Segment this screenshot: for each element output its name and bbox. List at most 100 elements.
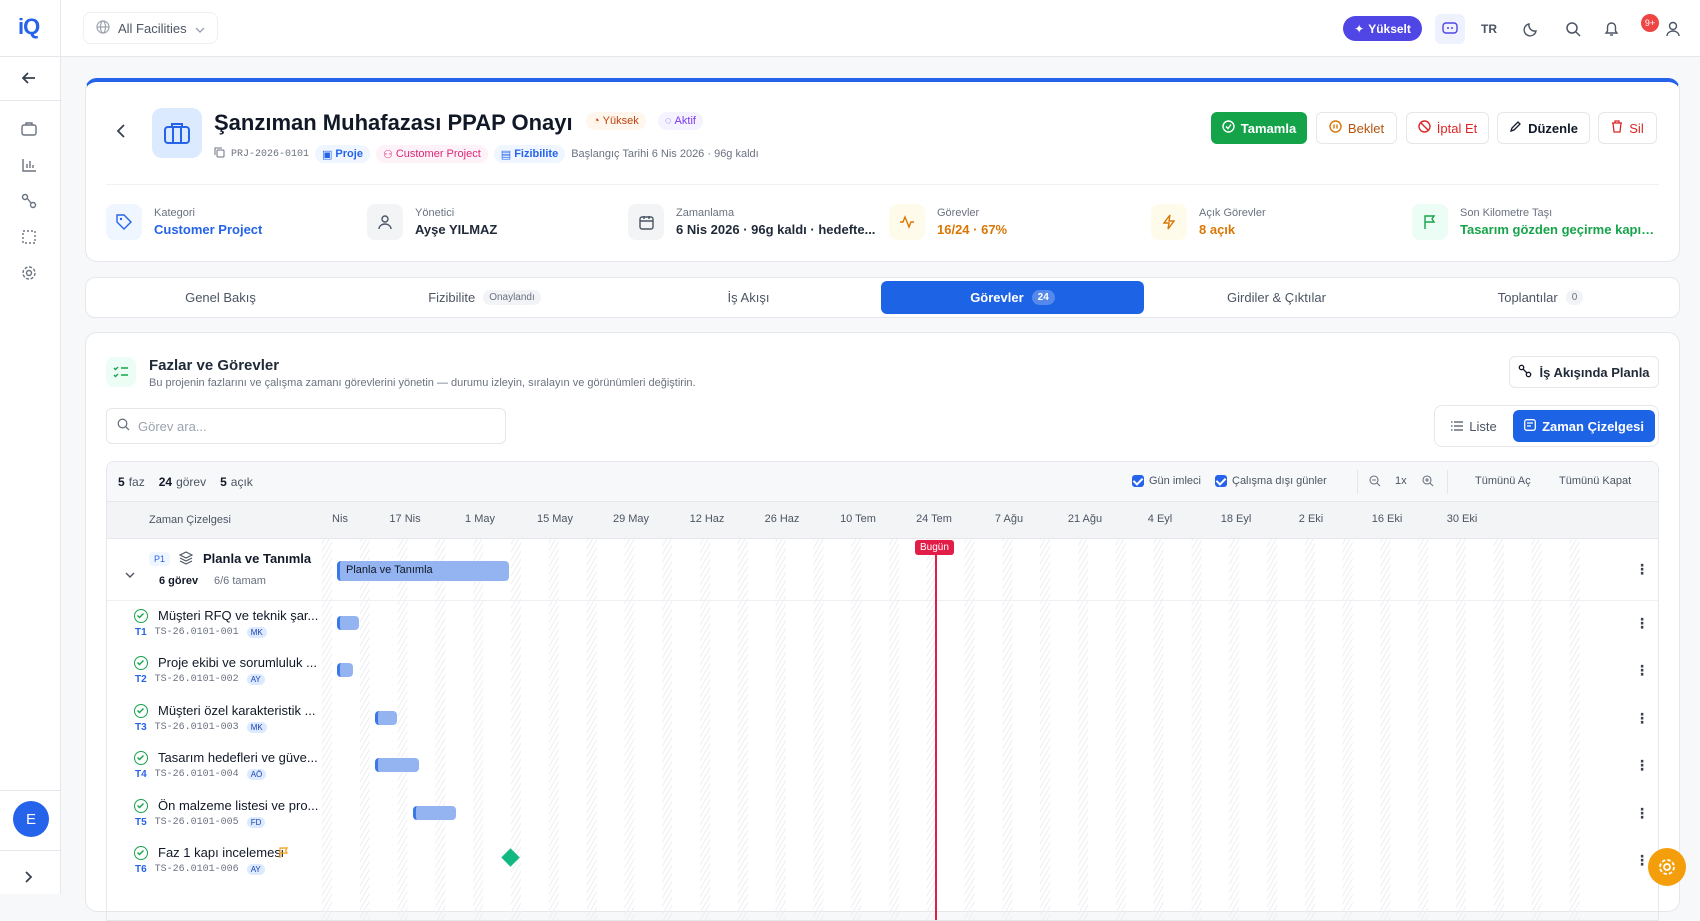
phases-tasks-card: Fazlar ve Görevler Bu projenin fazlarını… (85, 332, 1680, 921)
task-bar[interactable] (375, 758, 419, 772)
check-circle-icon[interactable] (134, 799, 148, 813)
select-area-icon[interactable] (18, 226, 40, 248)
open-count-label: açık (230, 475, 253, 489)
nonworking-days-toggle[interactable]: Çalışma dışı günler (1215, 475, 1327, 488)
task-bar[interactable] (337, 663, 353, 677)
back-chevron-icon[interactable] (116, 124, 125, 143)
chevron-down-icon[interactable] (125, 565, 135, 583)
tab-feasibility[interactable]: Fizibilite Onaylandı (353, 281, 616, 314)
settings-icon[interactable] (18, 262, 40, 284)
complete-label: Tamamla (1240, 120, 1297, 136)
list-view-button[interactable]: Liste (1439, 410, 1509, 442)
cancel-button[interactable]: İptal Et (1406, 112, 1489, 144)
stat-label: Kategori (154, 207, 195, 219)
plan-in-workflow-button[interactable]: İş Akışında Planla (1509, 356, 1659, 388)
timeline-tick: 26 Haz (764, 513, 800, 525)
gantt-chart: 5 faz 24 görev 5 açık Gün imleci Çalışma dı… (106, 461, 1659, 921)
chat-bot-icon[interactable] (1435, 14, 1465, 44)
tab-overview[interactable]: Genel Bakış (89, 281, 352, 314)
tab-label: Fizibilite (428, 290, 476, 305)
tab-label: Girdiler & Çıktılar (1227, 290, 1326, 305)
tab-tasks[interactable]: Görevler 24 (881, 281, 1144, 314)
edit-button[interactable]: Düzenle (1497, 112, 1590, 144)
task-row[interactable]: Tasarım hedefleri ve güve... T4 TS-26.01… (107, 743, 1658, 791)
user-avatar[interactable]: E (13, 801, 49, 837)
layers-icon (178, 551, 194, 570)
user-icon[interactable] (1661, 17, 1685, 41)
hold-button[interactable]: Beklet (1316, 112, 1397, 144)
task-bar[interactable] (413, 806, 456, 820)
task-search-input[interactable]: Görev ara... (106, 408, 506, 444)
tab-inputs-outputs[interactable]: Girdiler & Çıktılar (1145, 281, 1408, 314)
task-name[interactable]: Tasarım hedefleri ve güve... (158, 750, 318, 765)
zoom-in-icon[interactable] (1422, 475, 1434, 490)
check-circle-icon[interactable] (134, 609, 148, 623)
expand-all-button[interactable]: Tümünü Aç (1475, 475, 1531, 487)
task-name[interactable]: Ön malzeme listesi ve pro... (158, 798, 318, 813)
today-marker-toggle[interactable]: Gün imleci (1132, 475, 1201, 488)
today-label: Bugün (915, 540, 954, 555)
timeline-view-button[interactable]: Zaman Çizelgesi (1513, 410, 1655, 442)
delete-button[interactable]: Sil (1598, 112, 1657, 144)
facility-selector[interactable]: All Facilities (83, 12, 218, 44)
collapse-all-button[interactable]: Tümünü Kapat (1559, 475, 1631, 487)
task-row[interactable]: Müşteri özel karakteristik ... T3 TS-26.… (107, 696, 1658, 744)
task-name[interactable]: Müşteri RFQ ve teknik şar... (158, 608, 318, 623)
tab-meetings[interactable]: Toplantılar 0 (1409, 281, 1672, 314)
stat-label: Görevler (937, 207, 980, 219)
category-tag-label: Customer Project (395, 148, 481, 160)
briefcase-icon[interactable] (18, 118, 40, 140)
check-circle-icon[interactable] (134, 704, 148, 718)
more-options-icon[interactable]: ⋮ (1635, 561, 1649, 578)
more-options-icon[interactable]: ⋮ (1635, 852, 1649, 869)
more-options-icon[interactable]: ⋮ (1635, 757, 1649, 774)
tab-workflow[interactable]: İş Akışı (617, 281, 880, 314)
moon-icon[interactable] (1519, 17, 1543, 41)
more-options-icon[interactable]: ⋮ (1635, 805, 1649, 822)
flag-icon (279, 846, 289, 864)
back-arrow-icon[interactable] (18, 67, 40, 89)
task-name[interactable]: Faz 1 kapı incelemesi (158, 845, 284, 860)
complete-button[interactable]: Tamamla (1211, 112, 1307, 144)
plan-button-label: İş Akışında Planla (1539, 364, 1650, 380)
task-row[interactable]: Ön malzeme listesi ve pro... T5 TS-26.01… (107, 791, 1658, 839)
type-label: Proje (335, 148, 363, 160)
language-switch[interactable]: TR (1477, 17, 1501, 41)
more-options-icon[interactable]: ⋮ (1635, 615, 1649, 632)
task-bar[interactable] (337, 616, 359, 630)
bell-icon[interactable] (1599, 17, 1623, 41)
start-date: Başlangıç Tarihi 6 Nis 2026 · 96g kaldı (571, 148, 759, 160)
task-id: T3 (135, 722, 147, 733)
status-label: Aktif (674, 115, 696, 127)
check-circle-icon[interactable] (134, 751, 148, 765)
workflow-icon[interactable] (18, 190, 40, 212)
tag-icon (106, 204, 142, 240)
checkbox-checked[interactable] (1132, 475, 1144, 488)
more-options-icon[interactable]: ⋮ (1635, 662, 1649, 679)
expand-sidebar-icon[interactable] (18, 866, 40, 888)
phase-name: Planla ve Tanımla (203, 551, 312, 566)
upgrade-label: Yükselt (1368, 21, 1411, 36)
project-title: Şanzıman Muhafazası PPAP Onayı (214, 110, 573, 135)
upgrade-button[interactable]: ✦ Yükselt (1343, 16, 1422, 41)
search-icon[interactable] (1561, 17, 1585, 41)
task-bar[interactable] (375, 711, 397, 725)
settings-fab[interactable] (1648, 848, 1686, 886)
task-row[interactable]: Faz 1 kapı incelemesi T6 TS-26.0101-006 … (107, 838, 1658, 886)
zoom-out-icon[interactable] (1369, 475, 1381, 490)
checkbox-checked[interactable] (1215, 475, 1227, 488)
chart-icon[interactable] (18, 154, 40, 176)
check-circle-icon[interactable] (134, 846, 148, 860)
tab-badge: Onaylandı (483, 290, 541, 305)
task-count: 24 (158, 475, 173, 489)
phase-bar[interactable]: Planla ve Tanımla (337, 561, 509, 581)
pencil-icon (1509, 120, 1522, 136)
view-switcher: Liste Zaman Çizelgesi (1434, 405, 1659, 447)
stat-value[interactable]: Customer Project (154, 222, 262, 237)
check-circle-icon[interactable] (134, 656, 148, 670)
task-name[interactable]: Müşteri özel karakteristik ... (158, 703, 316, 718)
copy-icon[interactable] (214, 147, 225, 161)
task-name[interactable]: Proje ekibi ve sorumluluk ... (158, 655, 317, 670)
more-options-icon[interactable]: ⋮ (1635, 710, 1649, 727)
app-logo[interactable]: iQ (18, 14, 40, 40)
